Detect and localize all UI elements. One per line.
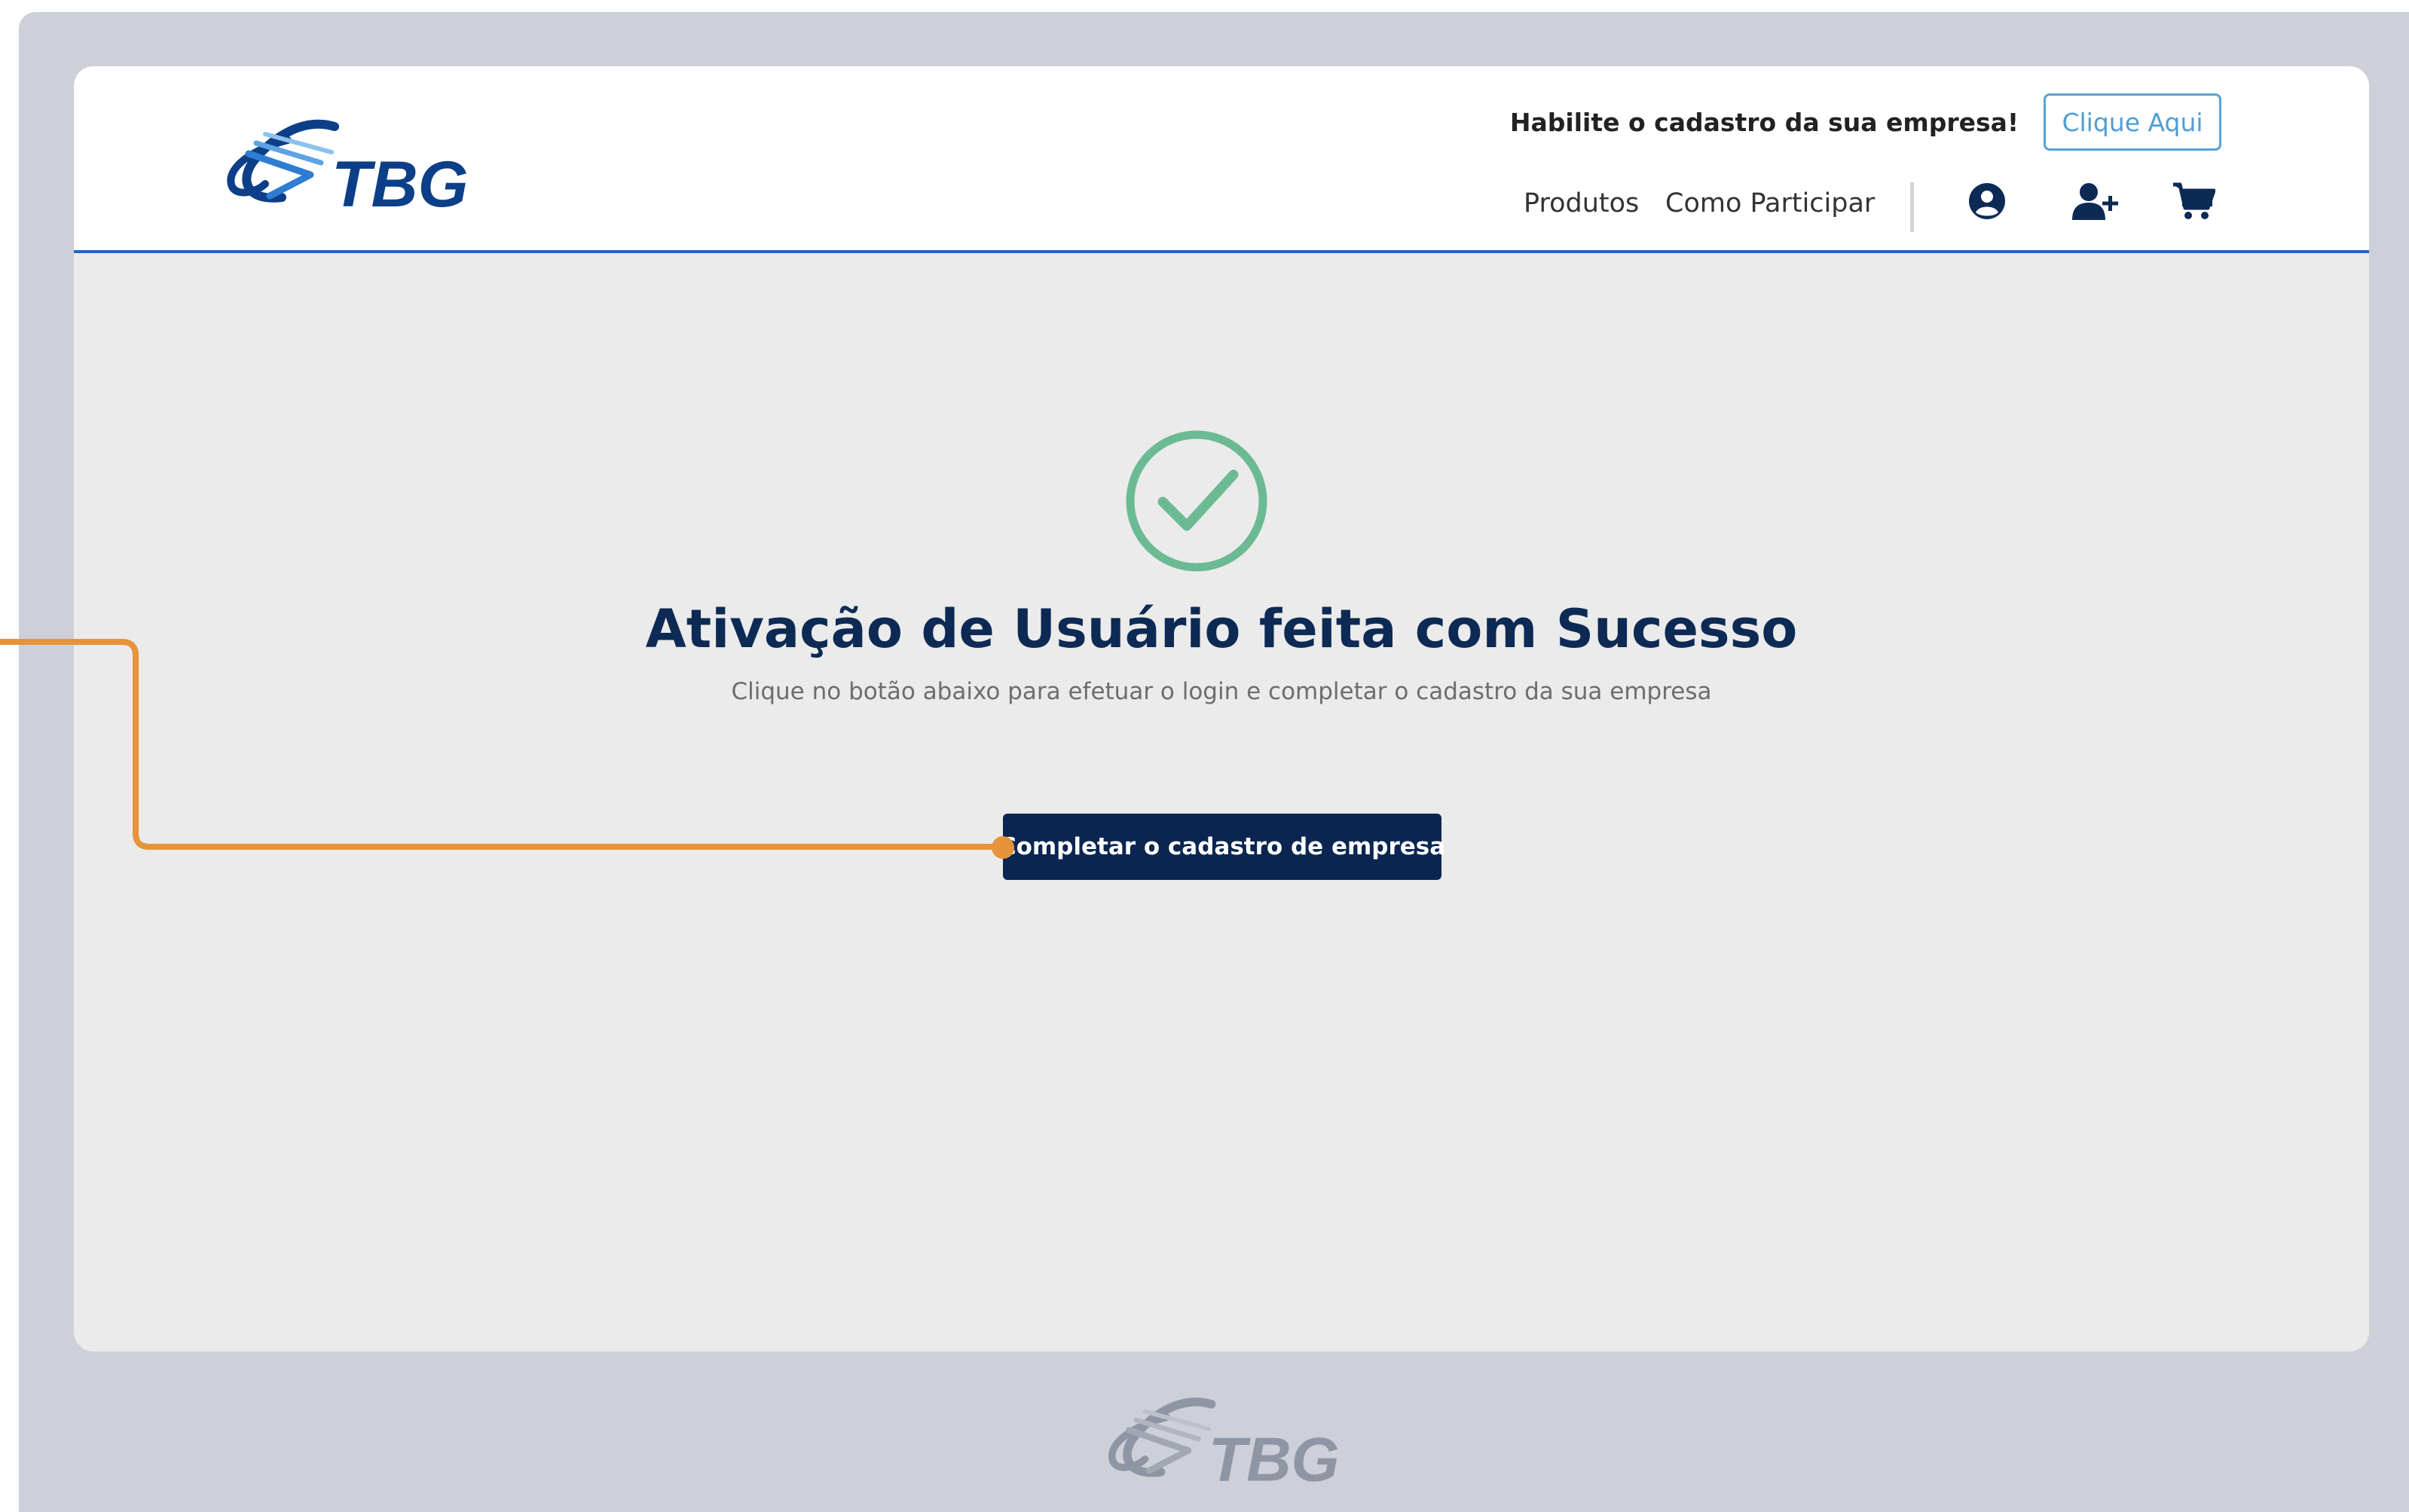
tbg-logo-text: TBG <box>332 148 469 211</box>
user-circle-icon[interactable] <box>1968 182 2006 220</box>
app-window: TBG Habilite o cadastro da sua empresa! … <box>74 66 2369 1352</box>
tbg-logo[interactable]: TBG <box>222 113 470 211</box>
site-header: TBG Habilite o cadastro da sua empresa! … <box>74 66 2369 253</box>
promo-text: Habilite o cadastro da sua empresa! <box>1509 108 2019 137</box>
nav-como-participar[interactable]: Como Participar <box>1665 188 1875 218</box>
page-title: Ativação de Usuário feita com Sucesso <box>645 598 1798 660</box>
page-subtitle: Clique no botão abaixo para efetuar o lo… <box>731 678 1712 705</box>
completar-cadastro-button[interactable]: Completar o cadastro de empresa <box>999 814 1445 880</box>
footer-logo: TBG <box>1108 1397 1340 1488</box>
nav-produtos[interactable]: Produtos <box>1524 188 1639 218</box>
user-add-icon[interactable] <box>2072 182 2120 220</box>
shopping-cart-icon[interactable] <box>2173 182 2215 220</box>
clique-aqui-button[interactable]: Clique Aqui <box>2044 93 2221 151</box>
check-circle-icon <box>1126 430 1267 572</box>
nav-divider <box>1910 182 1914 232</box>
footer-logo-text: TBG <box>1209 1425 1340 1488</box>
